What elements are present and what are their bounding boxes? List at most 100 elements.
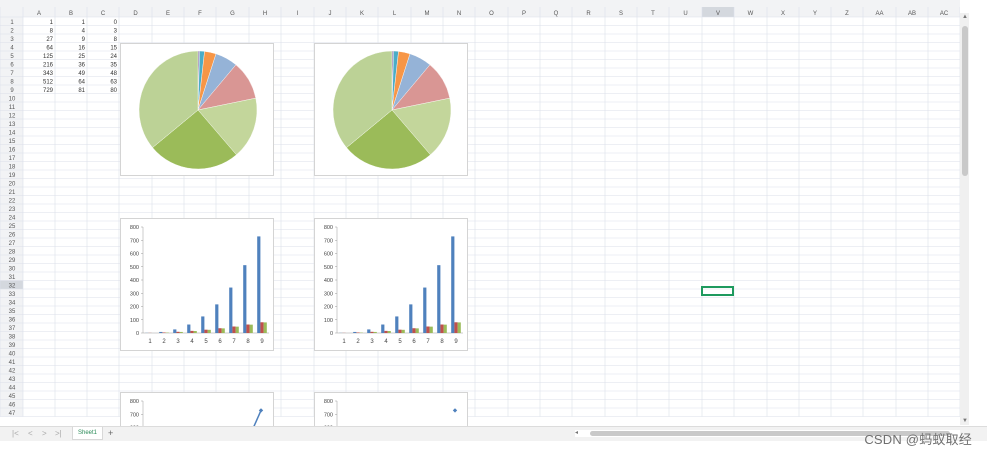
row-header-21: 21 bbox=[9, 190, 16, 196]
column-header-N: N bbox=[457, 11, 461, 17]
bar bbox=[193, 331, 197, 333]
add-sheet-button[interactable]: + bbox=[108, 427, 113, 439]
bar bbox=[409, 304, 413, 333]
cell-B4: 16 bbox=[78, 45, 85, 51]
bar bbox=[401, 329, 405, 333]
row-header-33: 33 bbox=[9, 292, 16, 298]
bar bbox=[373, 331, 377, 333]
bar bbox=[235, 326, 239, 333]
bar bbox=[207, 329, 211, 333]
row-header-42: 42 bbox=[9, 368, 16, 374]
column-header-C: C bbox=[101, 11, 106, 17]
row-header-24: 24 bbox=[9, 215, 16, 221]
column-header-Y: Y bbox=[813, 11, 817, 17]
x-tick-label: 8 bbox=[246, 339, 250, 345]
column-header-U: U bbox=[683, 11, 687, 17]
column-header-Q: Q bbox=[554, 11, 559, 17]
row-header-40: 40 bbox=[9, 351, 16, 357]
y-tick-label: 800 bbox=[324, 225, 333, 231]
cell-B8: 64 bbox=[78, 79, 85, 85]
y-tick-label: 600 bbox=[324, 252, 333, 258]
bar bbox=[440, 324, 444, 333]
y-tick-label: 700 bbox=[130, 412, 139, 418]
row-header-30: 30 bbox=[9, 266, 16, 272]
first-sheet-icon[interactable]: |< bbox=[12, 429, 19, 438]
bar bbox=[173, 329, 177, 333]
row-header-35: 35 bbox=[9, 309, 16, 315]
x-tick-label: 1 bbox=[342, 339, 346, 345]
bar bbox=[218, 328, 222, 333]
sheet-tab-sheet1[interactable]: Sheet1 bbox=[72, 427, 104, 440]
column-header-D: D bbox=[133, 11, 138, 17]
cell-B1: 1 bbox=[82, 20, 86, 26]
y-tick-label: 100 bbox=[130, 318, 139, 324]
bar bbox=[249, 324, 253, 333]
bar bbox=[395, 316, 399, 333]
x-tick-label: 5 bbox=[398, 339, 402, 345]
row-header-10: 10 bbox=[9, 96, 16, 102]
cell-B2: 4 bbox=[82, 28, 86, 34]
last-sheet-icon[interactable]: >| bbox=[55, 429, 62, 438]
cell-C4: 15 bbox=[110, 45, 117, 51]
bar bbox=[381, 324, 385, 333]
bar bbox=[443, 324, 447, 333]
bar bbox=[162, 332, 166, 333]
column-header-H: H bbox=[263, 11, 267, 17]
bar bbox=[367, 329, 371, 333]
scroll-left-arrow-icon[interactable]: ◂ bbox=[575, 429, 578, 436]
y-tick-label: 0 bbox=[136, 331, 139, 337]
vertical-scroll-thumb[interactable] bbox=[962, 26, 968, 176]
bar bbox=[353, 331, 357, 333]
row-header-27: 27 bbox=[9, 241, 16, 247]
cell-B6: 36 bbox=[78, 62, 85, 68]
row-header-20: 20 bbox=[9, 181, 16, 187]
bar bbox=[451, 236, 455, 333]
row-header-36: 36 bbox=[9, 317, 16, 323]
bar-chart-2[interactable]: 0 100 200 300 400 500 600 700 800 1 2 3 4 5 6 7 8 9 bbox=[314, 218, 468, 351]
pie-chart-2[interactable] bbox=[314, 43, 468, 176]
y-tick-label: 600 bbox=[130, 252, 139, 258]
column-header-AB: AB bbox=[908, 11, 916, 17]
bar bbox=[215, 304, 219, 333]
x-tick-label: 7 bbox=[232, 339, 236, 345]
next-sheet-icon[interactable]: > bbox=[42, 429, 47, 438]
bar bbox=[187, 324, 191, 333]
bar bbox=[257, 236, 261, 333]
row-header-15: 15 bbox=[9, 139, 16, 145]
bar bbox=[370, 331, 374, 333]
cell-C5: 24 bbox=[110, 54, 117, 60]
prev-sheet-icon[interactable]: < bbox=[28, 429, 33, 438]
row-header-34: 34 bbox=[9, 300, 16, 306]
y-tick-label: 0 bbox=[330, 331, 333, 337]
y-tick-label: 300 bbox=[324, 291, 333, 297]
cell-B7: 49 bbox=[78, 71, 85, 77]
row-header-28: 28 bbox=[9, 249, 16, 255]
bar bbox=[159, 331, 163, 333]
y-tick-label: 800 bbox=[324, 399, 333, 405]
column-header-B: B bbox=[69, 11, 73, 17]
bar-chart-1[interactable]: 0 100 200 300 400 500 600 700 800 1 2 3 4 5 6 7 8 9 bbox=[120, 218, 274, 351]
row-header-18: 18 bbox=[9, 164, 16, 170]
row-header-45: 45 bbox=[9, 394, 16, 400]
x-tick-label: 8 bbox=[440, 339, 444, 345]
column-header-A: A bbox=[37, 11, 41, 17]
watermark: CSDN @蚂蚁取经 bbox=[864, 432, 972, 447]
y-tick-label: 800 bbox=[130, 225, 139, 231]
column-header-E: E bbox=[166, 11, 170, 17]
x-tick-label: 6 bbox=[218, 339, 222, 345]
row-header-43: 43 bbox=[9, 377, 16, 383]
cell-A2: 8 bbox=[50, 28, 54, 34]
y-tick-label: 200 bbox=[324, 305, 333, 311]
pie-chart-1[interactable] bbox=[120, 43, 274, 176]
y-tick-label: 300 bbox=[130, 291, 139, 297]
column-header-AA: AA bbox=[875, 11, 883, 17]
bar bbox=[190, 330, 194, 333]
bar bbox=[398, 329, 402, 333]
x-tick-label: 1 bbox=[148, 339, 152, 345]
active-cell-cursor[interactable] bbox=[701, 286, 734, 296]
bar bbox=[243, 265, 247, 333]
data-point bbox=[258, 408, 264, 413]
scroll-up-arrow-icon[interactable]: ▲ bbox=[962, 14, 968, 20]
scroll-down-arrow-icon[interactable]: ▼ bbox=[962, 418, 968, 424]
cell-A9: 729 bbox=[43, 88, 54, 94]
